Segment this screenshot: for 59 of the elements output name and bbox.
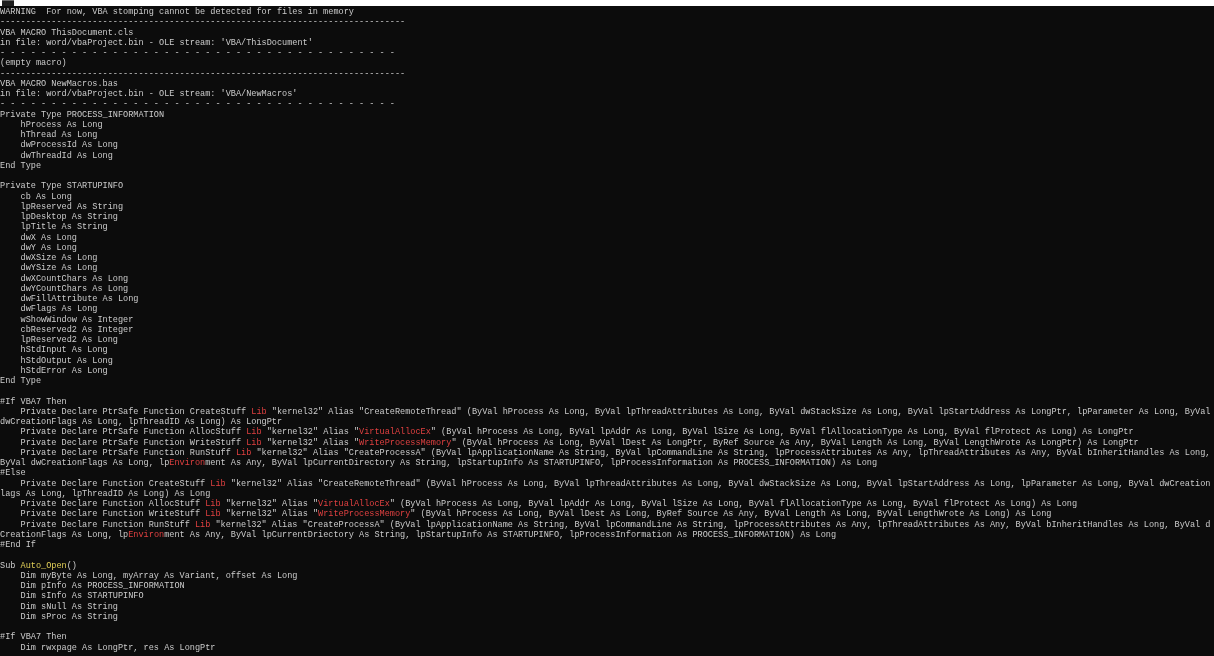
console-line: in file: word/vbaProject.bin - OLE stream: 'VBA/ThisDocument' [0,37,313,48]
console-line: Private Declare PtrSafe Function CreateStuff Lib "kernel32" Alias "CreateRemoteThread" (ByVal hProcess As Long, ByVal lpThreadAttributes As Long, ByVal dwStackSize As Long, ByVal lpStartAddress As LongPtr, lpParameter As Long, ByVal [19,406,1211,417]
console-line: Private Declare Function AllocStuff Lib "kernel32" Alias "VirtualAllocEx" (ByVal hProcess As Long, ByVal lpAddr As Long, ByVal lSize As Long, ByVal flAllocationType As Long, ByVal flProtect As Long) As Long [19,499,1078,509]
console-line: Private Type PROCESS_INFORMATION [0,109,165,120]
console-line: cbReserved2 As Integer [19,324,134,335]
console-line: lpDesktop As String [19,212,118,222]
console-line: CreationFlags As Long, lpEnvironment As Any, ByVal lpCurrentDriectory As String, lpStartupInfo As STARTUPINFO, lpProcessInformation As PROCESS_INFORMATION) As Long [0,529,837,540]
console-line: WARNING For now, VBA stomping cannot be detected for files in memory [0,7,354,18]
console-line: Private Declare PtrSafe Function AllocStuff Lib "kernel32" Alias "VirtualAllocEx" (ByVal hProcess As Long, ByVal lpAddr As Long, ByVal lSize As Long, ByVal flAllocationType As Long, ByVal flProtect As Long) As LongPtr [19,427,1134,438]
console-line: ------------------------------------------------------------------------------- [0,17,406,28]
console-line: dwFillAttribute As Long [19,294,139,304]
console-line: dwY As Long [19,242,77,253]
console-line: hProcess As Long [19,119,103,130]
console-line: #Else [0,468,26,479]
console-line: Private Declare Function CreateStuff Lib "kernel32" Alias "CreateRemoteThread" (ByVal hProcess As Long, ByVal lpThreadAttributes As Long, ByVal dwStackSize As Long, ByVal lpStartAddress As Long, lpParameter As Long, ByVal dwCreation [19,478,1211,489]
console-line: Private Type STARTUPINFO [0,181,124,192]
console-line: - - - - - - - - - - - - - - - - - - - - - - - - - - - - - - - - - - - - - - - [0,99,395,110]
console-line: dwFlags As Long [19,304,98,315]
console-line: dwCreationFlags As Long, lpThreadID As Long) As LongPtr [0,417,283,427]
console-line: ------------------------------------------------------------------------------- [0,68,406,79]
console-line: Private Declare Function WriteStuff Lib "kernel32" Alias "WriteProcessMemory" (ByVal hProcess As Long, ByVal lDest As Long, ByRef Source As Any, ByVal Length As Long, ByVal LengthWrote As Long) As Long [19,509,1052,520]
console-line: in file: word/vbaProject.bin - OLE stream: 'VBA/NewMacros' [0,89,298,100]
console-line: Private Declare PtrSafe Function WriteStuff Lib "kernel32" Alias "WriteProcessMemory" (ByVal hProcess As Long, ByVal lDest As LongPtr, ByRef Source As Any, ByVal Length As Long, ByVal LengthWrote As LongPtr) As LongPtr [19,437,1139,448]
console-line: hStdOutput As Long [19,355,113,366]
console-line: dwXSize As Long [19,253,98,263]
console-line: Dim myByte As Long, myArray As Variant, offset As Long [19,570,298,581]
console-line: Dim sInfo As STARTUPINFO [19,591,144,602]
console-line: lpReserved As String [19,201,124,212]
console-line: dwX As Long [19,232,77,243]
console-line: Private Declare PtrSafe Function RunStuff Lib "kernel32" Alias "CreateProcessA" (ByVal lpApplicationName As String, ByVal lpCommandLine As String, lpProcessAttributes As Any, lpThreadAttributes As Any, ByVal bInheritHandles As Long, [19,447,1211,458]
console-line: hThread As Long [19,130,98,140]
console-line: Dim sProc As String [19,611,118,622]
console-line: #If VBA7 Then [0,632,67,643]
console-line: Dim pInfo As PROCESS_INFORMATION [19,581,185,591]
console-line: - - - - - - - - - - - - - - - - - - - - - - - - - - - - - - - - - - - - - - - [0,48,395,58]
console-line: cb As Long [19,191,72,202]
console-line: dwYSize As Long [19,263,98,274]
console-line: (empty macro) [0,58,67,69]
console-line: dwYCountChars As Long [19,283,129,294]
console-line: hStdInput As Long [19,345,108,356]
console-line: #If VBA7 Then [0,396,67,407]
console-line: lags As Long, lpThreadID As Long) As Long [0,488,211,499]
console-line: End Type [0,376,42,387]
console-line: Dim rwxpage As LongPtr, res As LongPtr [19,642,216,653]
console-line: Private Declare Function RunStuff Lib "kernel32" Alias "CreateProcessA" (ByVal lpApplicationName As String, ByVal lpCommandLine As String, lpProcessAttributes As Any, lpThreadAttributes As Any, ByVal bInheritHandles As Long, ByVal d [19,519,1211,530]
console-line: VBA MACRO NewMacros.bas [0,78,118,89]
console-line: #End If [0,540,36,551]
console-line: Sub Auto_Open() [0,560,77,571]
console-line: wShowWindow As Integer [19,314,134,325]
console-line: ByVal dwCreationFlags As Long, lpEnvironment As Any, ByVal lpCurrentDirectory As String, lpStartupInfo As STARTUPINFO, lpProcessInformation As PROCESS_INFORMATION) As Long [0,458,878,468]
console-line: dwXCountChars As Long [19,273,129,284]
console-line: VBA MACRO ThisDocument.cls [0,27,134,38]
console-line: lpReserved2 As Long [19,335,118,345]
console-line: dwThreadId As Long [19,150,113,161]
console-line: Dim sNull As String [19,601,118,612]
console-line: End Type [0,160,42,171]
console-line: dwProcessId As Long [19,140,118,151]
console-line: hStdError As Long [19,365,108,376]
console-line: lpTitle As String [19,222,108,233]
